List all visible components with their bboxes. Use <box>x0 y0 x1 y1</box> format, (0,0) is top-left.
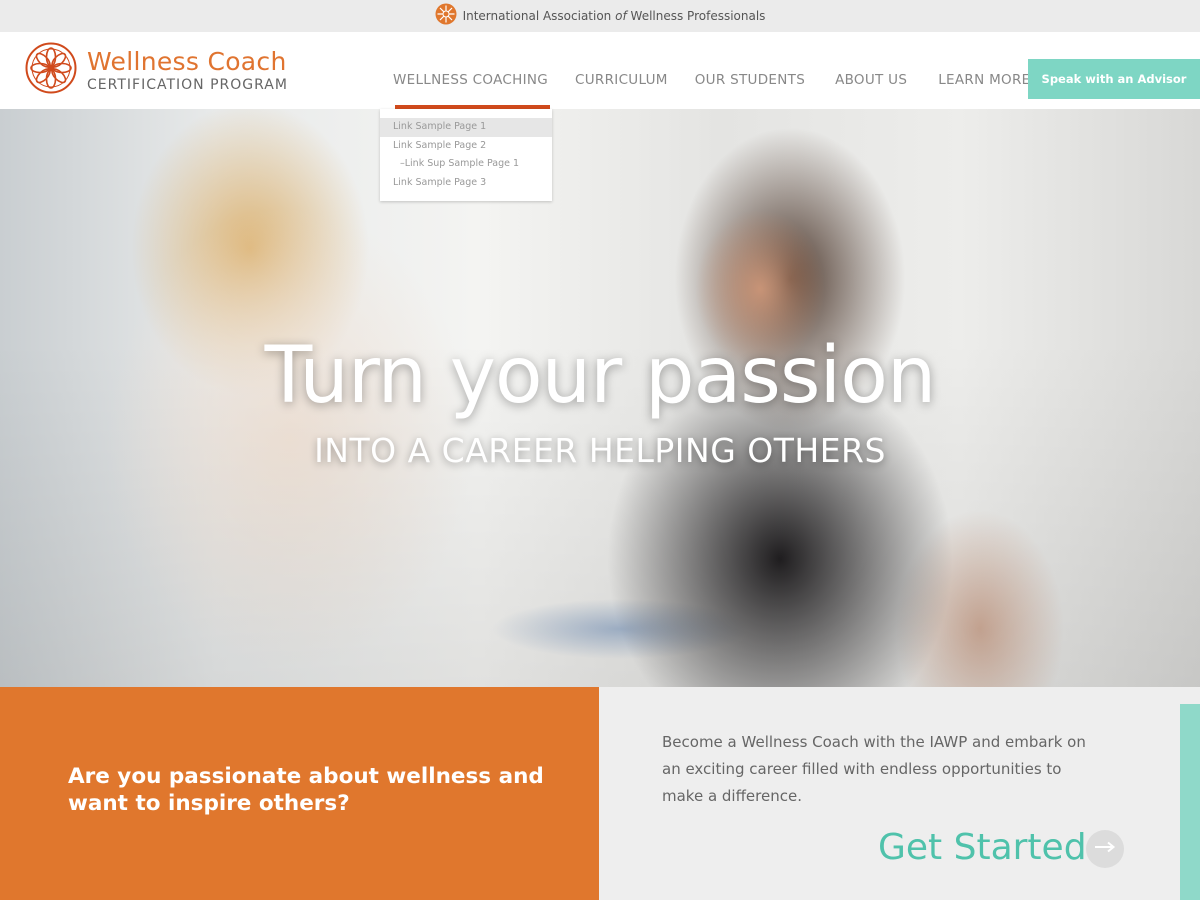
sunburst-icon <box>435 3 457 30</box>
nav-item-about-us[interactable]: ABOUT US <box>835 32 907 109</box>
dropdown-item-link-sample-page-1[interactable]: Link Sample Page 1 <box>380 118 552 137</box>
flower-mandala-icon <box>25 42 77 99</box>
logo-title: Wellness Coach <box>87 46 287 76</box>
dropdown-item-link-sup-sample-page-1[interactable]: –Link Sup Sample Page 1 <box>380 155 552 174</box>
get-started-button[interactable]: Get Started <box>878 827 1087 868</box>
cta-action-panel: Become a Wellness Coach with the IAWP an… <box>599 687 1200 900</box>
association-name[interactable]: International Association of Wellness Pr… <box>463 9 766 23</box>
arrow-right-icon <box>1094 840 1116 858</box>
nav-item-wellness-coaching[interactable]: WELLNESS COACHING <box>393 32 551 109</box>
dropdown-item-link-sample-page-3[interactable]: Link Sample Page 3 <box>380 174 552 193</box>
hero-title: Turn your passion <box>264 331 937 421</box>
site-logo[interactable]: Wellness Coach CERTIFICATION PROGRAM <box>25 42 288 99</box>
site-header: Wellness Coach CERTIFICATION PROGRAM WEL… <box>0 32 1200 109</box>
wellness-coaching-dropdown: Link Sample Page 1 Link Sample Page 2 –L… <box>380 109 552 201</box>
speak-with-advisor-button[interactable]: Speak with an Advisor <box>1028 59 1200 99</box>
association-name-suffix: Wellness Professionals <box>630 9 766 23</box>
hero-banner: Turn your passion INTO A CAREER HELPING … <box>0 109 1200 687</box>
logo-subtitle: CERTIFICATION PROGRAM <box>87 76 288 93</box>
cta-question-panel: Are you passionate about wellness and wa… <box>0 687 599 900</box>
hero-subtitle: INTO A CAREER HELPING OTHERS <box>314 431 886 470</box>
cta-description: Become a Wellness Coach with the IAWP an… <box>662 733 1086 805</box>
nav-item-curriculum[interactable]: CURRICULUM <box>575 32 668 109</box>
side-feedback-tab[interactable] <box>1180 704 1200 900</box>
association-bar: International Association of Wellness Pr… <box>0 0 1200 32</box>
nav-item-our-students[interactable]: OUR STUDENTS <box>695 32 805 109</box>
dropdown-item-link-sample-page-2[interactable]: Link Sample Page 2 <box>380 137 552 156</box>
association-name-prefix: International Association <box>462 9 612 23</box>
get-started-arrow-button[interactable] <box>1086 830 1124 868</box>
nav-item-learn-more[interactable]: LEARN MORE <box>938 32 1030 109</box>
association-name-of: of <box>615 9 627 23</box>
main-nav: WELLNESS COACHING CURRICULUM OUR STUDENT… <box>378 32 1030 109</box>
cta-question: Are you passionate about wellness and wa… <box>68 764 544 816</box>
